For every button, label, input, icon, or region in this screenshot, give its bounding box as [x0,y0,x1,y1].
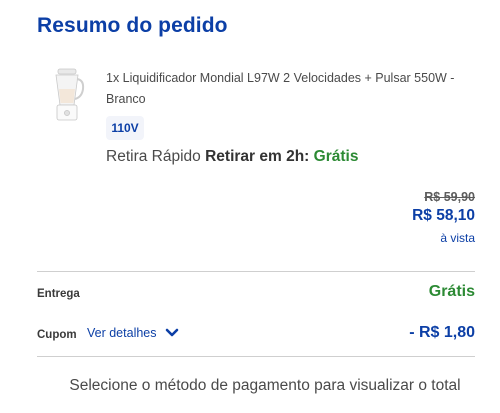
summary-title: Resumo do pedido [37,14,228,37]
coupon-details-link[interactable]: Ver detalhes [87,326,179,340]
coupon-details-text: Ver detalhes [87,326,157,340]
divider-bottom [37,356,475,357]
current-price: R$ 58,10 [412,207,475,224]
product-image[interactable] [47,67,87,123]
pickup-info: Retira Rápido Retirar em 2h: Grátis [106,148,358,166]
original-price: R$ 59,90 [424,190,475,204]
payment-note: à vista [440,231,475,245]
chevron-down-icon [165,328,179,338]
pickup-price: Grátis [313,148,359,165]
divider-top [37,271,475,272]
delivery-value: Grátis [428,283,475,300]
delivery-label: Entrega [37,288,80,300]
product-name[interactable]: 1x Liquidificador Mondial L97W 2 Velocid… [106,68,486,110]
voltage-badge: 110V [106,116,144,140]
blender-icon [55,68,85,121]
pickup-label: Retira Rápido [106,148,201,165]
payment-method-message: Selecione o método de pagamento para vis… [69,377,461,394]
coupon-label: Cupom [37,329,77,341]
pickup-time: Retirar em 2h: [205,148,310,165]
coupon-value: - R$ 1,80 [409,324,475,341]
